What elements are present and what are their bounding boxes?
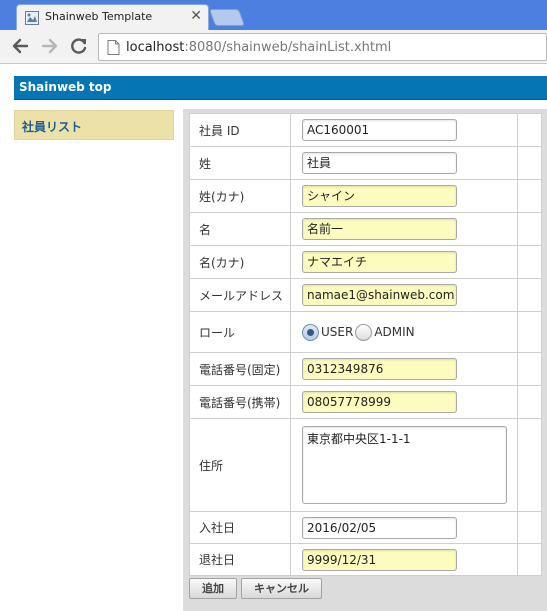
form-row-email: メールアドレス namae1@shainweb.com — [189, 278, 542, 312]
sei-label: 姓 — [189, 146, 291, 180]
role-label: ロール — [189, 311, 291, 353]
sidebar-item-label: 社員リスト — [22, 120, 83, 134]
tel-fixed-input[interactable]: 0312349876 — [302, 358, 457, 380]
shain-id-input[interactable]: AC160001 — [302, 119, 457, 141]
mei-kana-label: 名(カナ) — [189, 245, 291, 279]
app-header: Shainweb top — [14, 76, 547, 100]
email-input[interactable]: namae1@shainweb.com — [302, 284, 457, 306]
role-user-radio[interactable] — [302, 323, 319, 341]
join-date-input[interactable]: 2016/02/05 — [302, 516, 457, 539]
close-tab-icon[interactable]: ✕ — [190, 8, 202, 24]
form-row-sei-kana: 姓(カナ) シャイン — [189, 179, 542, 213]
form-row-sei: 姓 社員 — [189, 146, 542, 180]
leave-date-label: 退社日 — [189, 543, 291, 576]
role-admin-radio[interactable] — [355, 323, 373, 341]
address-bar[interactable]: localhost:8080/shainweb/shainList.xhtml — [98, 33, 547, 61]
tel-mobile-label: 電話番号(携帯) — [189, 385, 291, 419]
browser-tab[interactable]: Shainweb Template ✕ — [16, 4, 209, 30]
tel-mobile-input[interactable]: 08057778999 — [302, 391, 457, 413]
tab-title: Shainweb Template — [45, 10, 153, 23]
cancel-button[interactable]: キャンセル — [241, 578, 322, 599]
role-radio-group: USER ADMIN — [302, 323, 517, 341]
page-favicon-icon — [25, 11, 39, 25]
join-date-label: 入社日 — [189, 511, 291, 544]
form-row-address: 住所 東京都中央区1-1-1 — [189, 418, 542, 512]
role-user-label[interactable]: USER — [321, 325, 353, 339]
new-tab-button[interactable] — [208, 9, 246, 26]
role-admin-label[interactable]: ADMIN — [374, 325, 414, 339]
reload-icon[interactable] — [69, 36, 89, 56]
sei-kana-input[interactable]: シャイン — [302, 185, 457, 207]
tel-fixed-label: 電話番号(固定) — [189, 352, 291, 386]
shain-id-label: 社員 ID — [189, 113, 291, 147]
browser-tabstrip: Shainweb Template ✕ — [0, 0, 547, 30]
address-textarea[interactable]: 東京都中央区1-1-1 — [302, 426, 507, 504]
mei-input[interactable]: 名前一 — [302, 218, 457, 240]
add-button[interactable]: 追加 — [189, 578, 237, 599]
sei-input[interactable]: 社員 — [302, 152, 457, 174]
sei-kana-label: 姓(カナ) — [189, 179, 291, 213]
email-label: メールアドレス — [189, 278, 291, 312]
mei-kana-input[interactable]: ナマエイチ — [302, 251, 457, 273]
forward-arrow-icon[interactable] — [40, 36, 60, 56]
leave-date-input[interactable]: 9999/12/31 — [302, 548, 457, 571]
form-row-role: ロール USER ADMIN — [189, 311, 542, 353]
app-title[interactable]: Shainweb top — [19, 80, 112, 94]
url-text: localhost:8080/shainweb/shainList.xhtml — [126, 40, 392, 55]
sidebar-item-shain-list[interactable]: 社員リスト — [14, 110, 174, 140]
mei-label: 名 — [189, 212, 291, 246]
form-row-mei: 名 名前一 — [189, 212, 542, 246]
form-row-join-date: 入社日 2016/02/05 — [189, 511, 542, 544]
page-icon — [107, 40, 120, 55]
form-row-tel-mobile: 電話番号(携帯) 08057778999 — [189, 385, 542, 419]
employee-form: 社員 ID AC160001 姓 社員 姓(カナ) シャイン 名 名前一 名(カ… — [189, 113, 542, 576]
form-row-shain-id: 社員 ID AC160001 — [189, 113, 542, 147]
form-row-tel-fixed: 電話番号(固定) 0312349876 — [189, 352, 542, 386]
form-row-leave-date: 退社日 9999/12/31 — [189, 543, 542, 576]
browser-toolbar: localhost:8080/shainweb/shainList.xhtml — [0, 30, 547, 64]
address-label: 住所 — [189, 418, 291, 512]
form-row-mei-kana: 名(カナ) ナマエイチ — [189, 245, 542, 279]
back-arrow-icon[interactable] — [10, 36, 30, 56]
